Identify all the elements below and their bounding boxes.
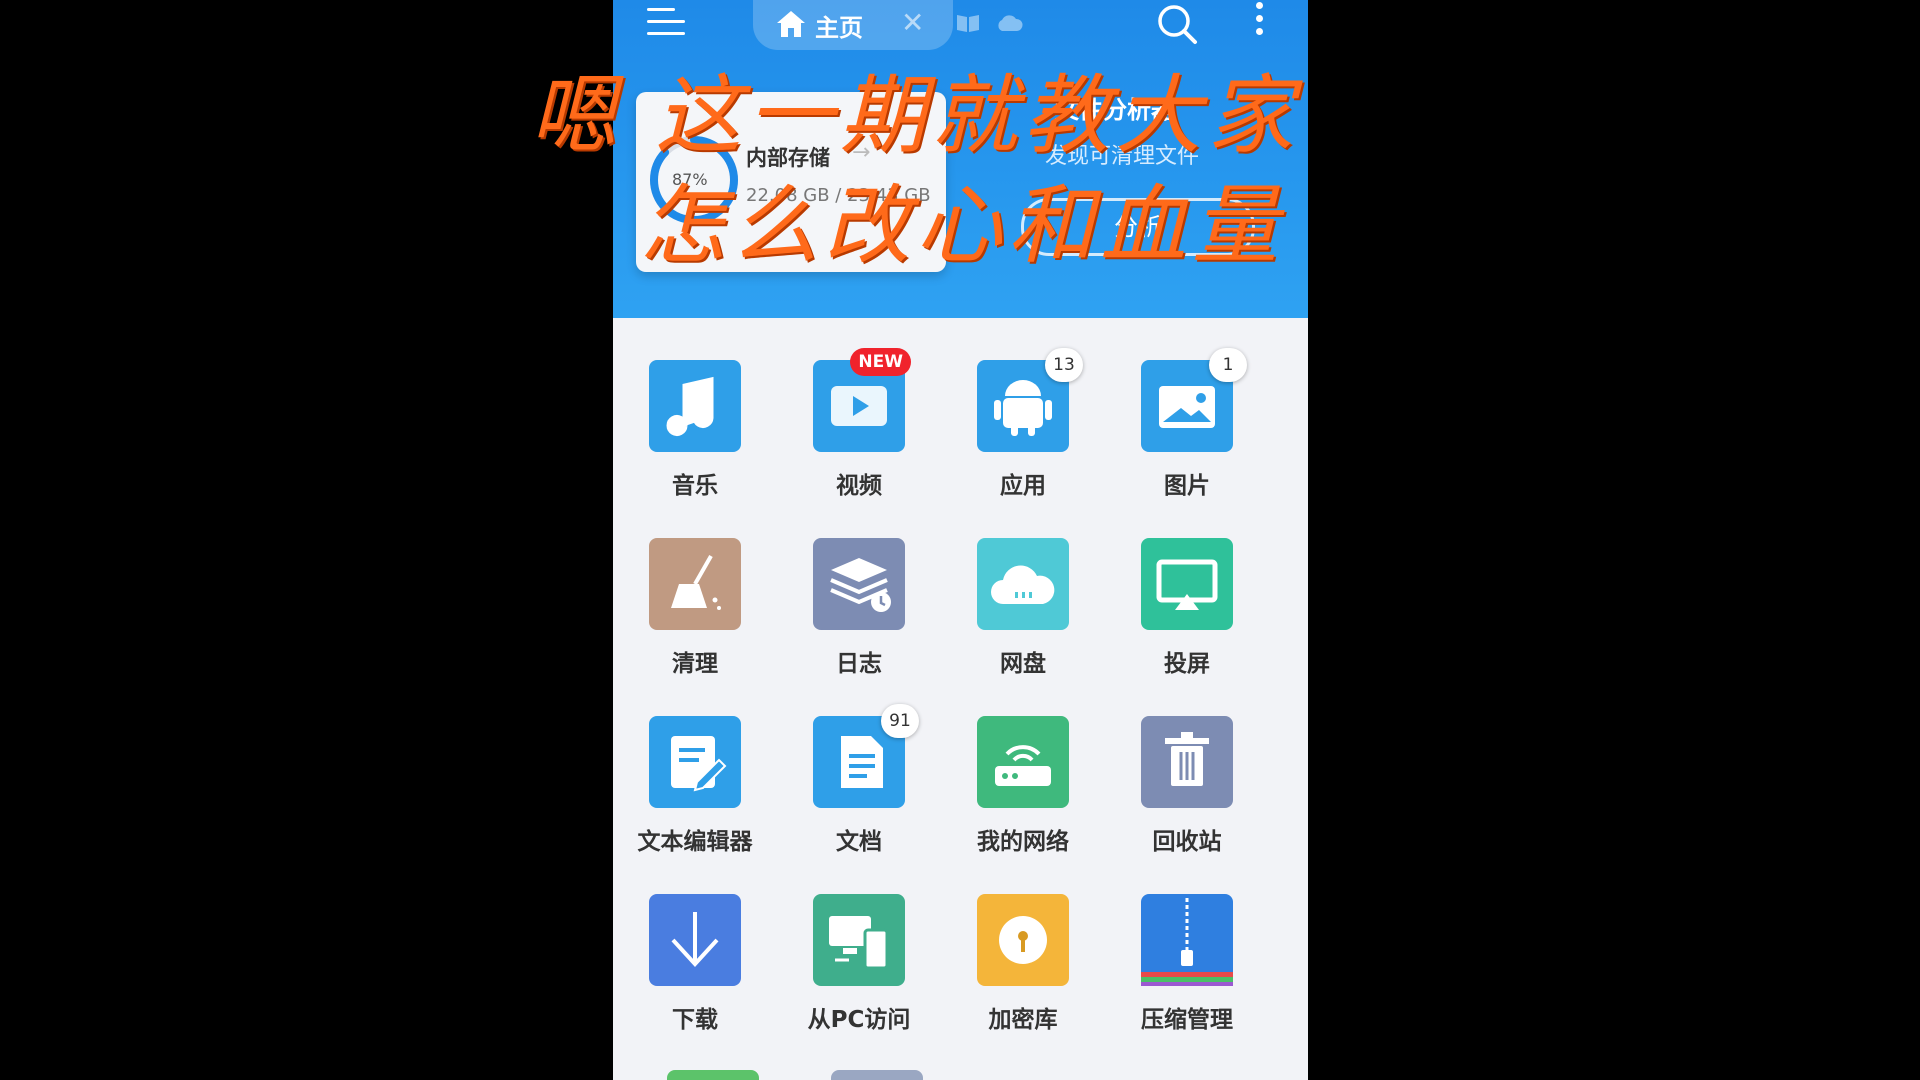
- grid-item-download[interactable]: 下载: [613, 894, 777, 1034]
- grid-item-label: 回收站: [1152, 829, 1222, 855]
- grid-item-router[interactable]: 我的网络: [941, 716, 1105, 856]
- grid-item-label: 加密库: [988, 1007, 1058, 1033]
- download-icon: [649, 894, 741, 986]
- grid-item-text-edit[interactable]: 文本编辑器: [613, 716, 777, 856]
- grid-item-trash[interactable]: 回收站: [1105, 716, 1269, 856]
- search-icon[interactable]: [1155, 2, 1199, 46]
- grid-item-label: 压缩管理: [1141, 1007, 1233, 1033]
- document-icon: 91: [813, 704, 919, 808]
- screen-cast-icon: [1141, 538, 1233, 630]
- count-badge: 91: [881, 704, 919, 738]
- grid-item-video-play[interactable]: NEW 视频: [777, 348, 941, 500]
- tab-home-label: 主页: [815, 14, 863, 42]
- grid-item-cloud[interactable]: 网盘: [941, 538, 1105, 678]
- grid-item-label: 投屏: [1164, 651, 1210, 677]
- grid-item-label: 我的网络: [977, 829, 1069, 855]
- close-tab-icon[interactable]: ✕: [901, 6, 924, 39]
- grid-item-label: 网盘: [1000, 651, 1046, 677]
- grid-item-label: 应用: [1000, 473, 1046, 499]
- partial-tile[interactable]: [667, 1070, 759, 1080]
- grid-item-zip[interactable]: 压缩管理: [1105, 894, 1269, 1034]
- pc-phone-icon: [813, 894, 905, 986]
- grid-item-label: 文本编辑器: [637, 829, 753, 855]
- grid-item-screen-cast[interactable]: 投屏: [1105, 538, 1269, 678]
- overlay-caption-line1: 嗯 这一期就教大家: [530, 66, 1300, 166]
- grid-item-label: 下载: [672, 1007, 718, 1033]
- router-icon: [977, 716, 1069, 808]
- partial-tile[interactable]: [831, 1070, 923, 1080]
- grid-item-label: 日志: [836, 651, 882, 677]
- grid-item-lock[interactable]: 加密库: [941, 894, 1105, 1034]
- grid-item-label: 视频: [836, 473, 882, 499]
- grid-item-image[interactable]: 1 图片: [1105, 348, 1269, 500]
- grid-item-music-note[interactable]: 音乐: [613, 360, 777, 500]
- grid-item-label: 清理: [672, 651, 718, 677]
- more-options-icon[interactable]: [1256, 2, 1264, 41]
- grid-item-log-stack[interactable]: 日志: [777, 538, 941, 678]
- trash-icon: [1141, 716, 1233, 808]
- overlay-caption-line2: 怎么改心和血量: [640, 176, 1284, 276]
- book-icon[interactable]: [955, 12, 981, 34]
- tab-home[interactable]: 主页 ✕: [753, 0, 953, 50]
- log-stack-icon: [813, 538, 905, 630]
- image-icon: 1: [1141, 348, 1247, 452]
- broom-icon: [649, 538, 741, 630]
- video-play-icon: NEW: [813, 348, 911, 452]
- lock-icon: [977, 894, 1069, 986]
- android-icon: 13: [977, 348, 1083, 452]
- count-badge: 1: [1209, 348, 1247, 382]
- cloud-icon: [977, 538, 1069, 630]
- grid-item-label: 音乐: [672, 473, 718, 499]
- count-badge: 13: [1045, 348, 1083, 382]
- cloud-tab-icon[interactable]: [995, 12, 1023, 34]
- zip-icon: [1141, 894, 1233, 986]
- grid-item-label: 图片: [1164, 473, 1210, 499]
- grid-item-broom[interactable]: 清理: [613, 538, 777, 678]
- grid-item-document[interactable]: 91 文档: [777, 704, 941, 856]
- text-edit-icon: [649, 716, 741, 808]
- home-icon: [777, 11, 805, 37]
- music-note-icon: [649, 360, 741, 452]
- grid-item-android[interactable]: 13 应用: [941, 348, 1105, 500]
- grid-item-pc-phone[interactable]: 从PC访问: [777, 894, 941, 1034]
- grid-item-label: 文档: [836, 829, 882, 855]
- menu-icon[interactable]: [647, 8, 685, 38]
- new-badge: NEW: [850, 348, 911, 376]
- grid-item-label: 从PC访问: [807, 1007, 911, 1033]
